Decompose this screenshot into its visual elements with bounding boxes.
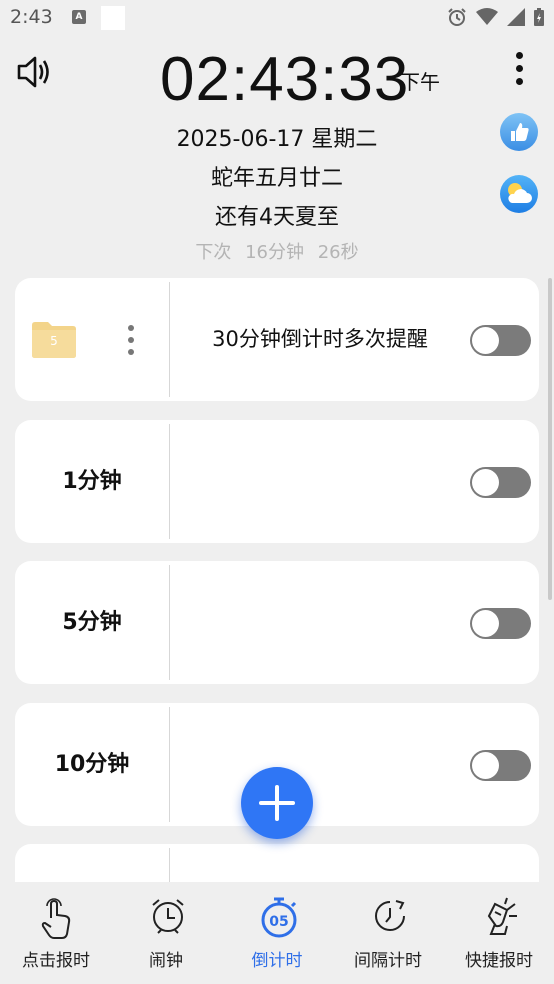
notification-a-icon: A — [72, 10, 86, 24]
tab-label: 闹钟 — [149, 951, 183, 971]
tab-interval[interactable]: 间隔计时 — [333, 882, 443, 984]
battery-icon — [534, 8, 544, 26]
card-divider — [169, 424, 170, 539]
wifi-icon — [476, 8, 498, 25]
countdown-timer-icon: 05 — [261, 897, 297, 938]
next-minutes: 16分钟 — [245, 242, 304, 263]
countdown-card[interactable]: 5分钟 — [15, 561, 539, 684]
bottom-nav: 点击报时 闹钟 05 倒计时 间隔计时 快捷报时 — [0, 882, 554, 984]
alarm-status-icon — [448, 8, 466, 26]
tab-alarm[interactable]: 闹钟 — [111, 882, 221, 984]
card-label: 1分钟 — [62, 469, 122, 494]
card-label: 5分钟 — [62, 610, 122, 635]
next-seconds: 26秒 — [317, 242, 359, 263]
card-menu-button[interactable] — [126, 325, 136, 355]
card-toggle[interactable] — [470, 467, 531, 498]
status-bar: 2:43 A — [0, 0, 554, 36]
card-toggle[interactable] — [470, 750, 531, 781]
card-label: 10分钟 — [54, 752, 130, 777]
status-time: 2:43 — [10, 6, 53, 28]
next-chime-text: 下次 16分钟 26秒 — [0, 238, 554, 264]
tab-tap-announce[interactable]: 点击报时 — [1, 882, 111, 984]
ampm-label: 下午 — [400, 70, 440, 94]
tab-countdown[interactable]: 05 倒计时 — [222, 882, 332, 984]
card-divider — [169, 848, 170, 882]
tab-quick-announce[interactable]: 快捷报时 — [444, 882, 554, 984]
date-text: 2025-06-17 星期二 — [176, 127, 378, 152]
interval-timer-icon — [375, 900, 405, 931]
status-icons — [447, 7, 544, 27]
card-toggle[interactable] — [470, 608, 531, 639]
folder-number: 5 — [50, 334, 58, 348]
tap-hand-icon — [41, 898, 71, 939]
card-divider — [169, 707, 170, 822]
lunar-date-text: 蛇年五月廿二 — [210, 166, 343, 191]
card-divider — [169, 565, 170, 680]
countdown-card[interactable]: 5 30分钟倒计时多次提醒 — [15, 278, 539, 401]
card-toggle[interactable] — [470, 325, 531, 356]
tab-label: 点击报时 — [22, 951, 90, 971]
next-label: 下次 — [195, 242, 232, 263]
countdown-card[interactable]: 1分钟 — [15, 420, 539, 543]
solar-term-text: 还有4天夏至 — [215, 205, 339, 230]
digital-clock: 02:43:33 — [160, 45, 410, 114]
svg-text:05: 05 — [269, 914, 288, 930]
add-button[interactable] — [241, 767, 313, 839]
tab-label: 倒计时 — [251, 951, 303, 971]
countdown-card-partial[interactable] — [15, 844, 539, 882]
tab-label: 快捷报时 — [465, 951, 533, 971]
notification-blank-icon — [101, 6, 125, 30]
more-options-button[interactable] — [508, 52, 530, 92]
scrollbar[interactable] — [548, 278, 552, 600]
alarm-clock-icon — [152, 899, 184, 934]
quick-announce-icon — [487, 897, 517, 935]
signal-icon — [507, 8, 525, 26]
tab-label: 间隔计时 — [354, 951, 422, 971]
speaker-icon[interactable] — [16, 54, 54, 90]
card-title: 30分钟倒计时多次提醒 — [212, 327, 428, 351]
